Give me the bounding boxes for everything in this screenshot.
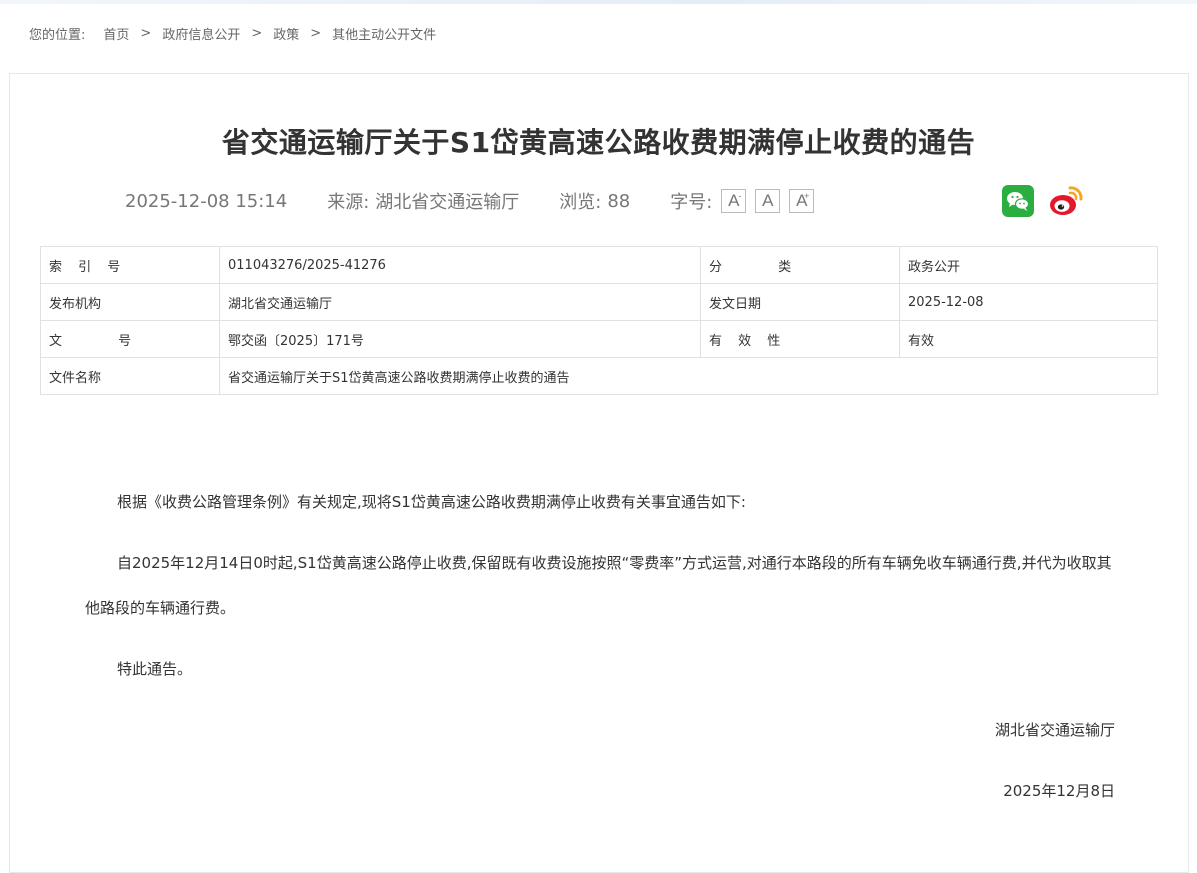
font-size-decrease-button[interactable]: A-	[721, 189, 747, 213]
publish-datetime: 2025-12-08 15:14	[125, 190, 288, 212]
table-row: 发布机构 湖北省交通运输厅 发文日期 2025-12-08	[40, 283, 1158, 321]
doc-number-label: 文 号	[40, 320, 220, 358]
breadcrumb-separator: >	[310, 25, 322, 41]
views-label: 浏览:	[559, 192, 602, 213]
breadcrumb: 您的位置: 首页 > 政府信息公开 > 政策 > 其他主动公开文件	[29, 24, 436, 43]
publisher-label: 发布机构	[40, 283, 220, 321]
signer: 湖北省交通运输厅	[994, 721, 1115, 739]
article-meta: 2025-12-08 15:14 来源: 湖北省交通运输厅 浏览: 88 字号:…	[125, 188, 815, 214]
font-size-control: 字号: A- A A +	[670, 188, 815, 214]
breadcrumb-gov-info-link[interactable]: 政府信息公开	[162, 24, 240, 43]
weibo-icon	[1050, 186, 1083, 215]
breadcrumb-separator: >	[251, 25, 263, 41]
table-row: 文 号 鄂交函〔2025〕171号 有 效 性 有效	[40, 320, 1158, 358]
views-count: 88	[607, 190, 631, 212]
body-paragraph: 特此通告。	[117, 660, 193, 678]
source-value: 湖北省交通运输厅	[375, 192, 520, 213]
wechat-share-button[interactable]	[1002, 185, 1034, 217]
article-body: 根据《收费公路管理条例》有关规定,现将S1岱黄高速公路收费期满停止收费有关事宜通…	[85, 480, 1115, 830]
font-size-label: 字号:	[670, 192, 713, 213]
validity-value: 有效	[899, 320, 1158, 358]
index-label: 索 引 号	[40, 246, 220, 284]
validity-label: 有 效 性	[700, 320, 900, 358]
body-paragraph: 根据《收费公路管理条例》有关规定,现将S1岱黄高速公路收费期满停止收费有关事宜通…	[117, 493, 746, 511]
breadcrumb-prefix: 您的位置:	[29, 27, 86, 43]
font-size-default-button[interactable]: A	[755, 189, 781, 213]
filename-value: 省交通运输厅关于S1岱黄高速公路收费期满停止收费的通告	[219, 357, 1158, 395]
wechat-icon	[1007, 192, 1030, 211]
weibo-share-button[interactable]	[1048, 184, 1084, 218]
source-info: 来源: 湖北省交通运输厅	[327, 188, 519, 214]
article-title: 省交通运输厅关于S1岱黄高速公路收费期满停止收费的通告	[221, 126, 976, 159]
table-row: 文件名称 省交通运输厅关于S1岱黄高速公路收费期满停止收费的通告	[40, 357, 1158, 395]
doc-number-value: 鄂交函〔2025〕171号	[219, 320, 701, 358]
filename-label: 文件名称	[40, 357, 220, 395]
breadcrumb-policy-link[interactable]: 政策	[273, 24, 299, 43]
body-paragraph: 自2025年12月14日0时起,S1岱黄高速公路停止收费,保留既有收费设施按照“…	[85, 554, 1112, 617]
table-row: 索 引 号 011043276/2025-41276 分 类 政务公开	[40, 246, 1158, 284]
publisher-value: 湖北省交通运输厅	[219, 283, 701, 321]
breadcrumb-other-files-link[interactable]: 其他主动公开文件	[332, 24, 436, 43]
font-size-increase-button[interactable]: A +	[789, 189, 815, 213]
document-info-table: 索 引 号 011043276/2025-41276 分 类 政务公开 发布机构…	[40, 246, 1158, 395]
category-label: 分 类	[700, 246, 900, 284]
breadcrumb-home-link[interactable]: 首页	[103, 24, 129, 43]
category-value: 政务公开	[899, 246, 1158, 284]
views-info: 浏览: 88	[559, 188, 630, 214]
index-value: 011043276/2025-41276	[219, 246, 701, 284]
issue-date-value: 2025-12-08	[899, 283, 1158, 321]
breadcrumb-separator: >	[140, 25, 152, 41]
issue-date-label: 发文日期	[700, 283, 900, 321]
sign-date: 2025年12月8日	[1003, 782, 1115, 800]
top-strip	[0, 0, 1197, 4]
source-label: 来源:	[327, 192, 370, 213]
